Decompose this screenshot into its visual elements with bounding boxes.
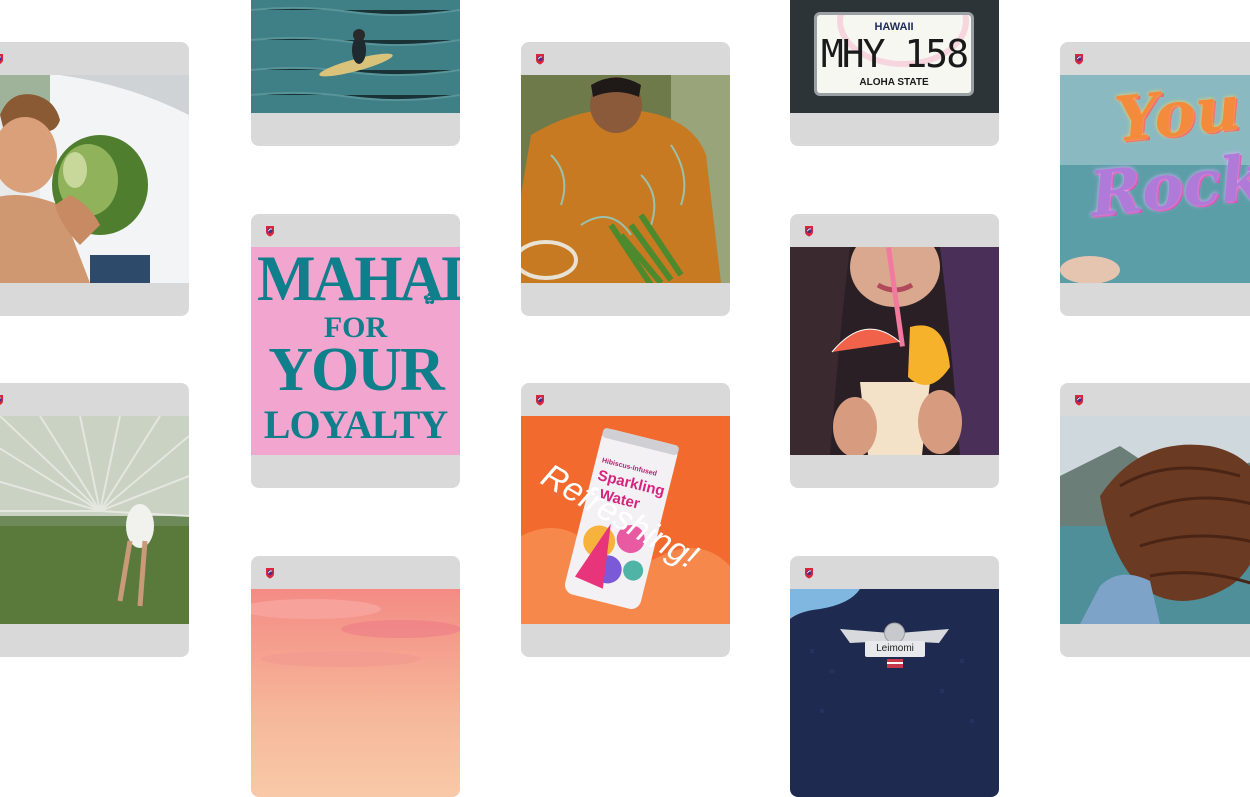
card-header: [521, 42, 730, 75]
card-footer: [1060, 624, 1250, 657]
graphic-sparkling-water-can: Hibiscus-Infused Sparkling Water Refresh…: [521, 416, 730, 624]
plate-number: MHY 158: [820, 32, 969, 76]
card-windblown-hair[interactable]: [1060, 383, 1250, 657]
card-license-plate[interactable]: HAWAII MHY 158 ALOHA STATE: [790, 0, 999, 146]
card-you-rock[interactable]: You Rock: [1060, 42, 1250, 316]
card-footer: [1060, 283, 1250, 316]
photo-hawaii-license-plate: HAWAII MHY 158 ALOHA STATE: [790, 0, 999, 113]
card-footer: [251, 113, 460, 146]
card-sparkling-water[interactable]: Hibiscus-Infused Sparkling Water Refresh…: [521, 383, 730, 657]
card-header: [790, 556, 999, 589]
airline-logo-icon: [803, 567, 815, 579]
airline-logo-icon: [0, 53, 5, 65]
graphic-mahalo-for-your-loyalty: MAHALO ✿ FOR YOUR LOYALTY: [251, 247, 460, 455]
card-footer: [521, 624, 730, 657]
photo-boy-drinking-coconut: [0, 75, 189, 283]
card-header: [790, 214, 999, 247]
photo-woman-under-palm: [0, 416, 189, 624]
card-footer: [521, 283, 730, 316]
photo-woman-tropical-drink: [790, 247, 999, 455]
card-header: [0, 42, 189, 75]
card-footer: [0, 624, 189, 657]
card-tropical-drink[interactable]: [790, 214, 999, 488]
card-header: [251, 214, 460, 247]
mahalo-line-4: LOYALTY: [263, 402, 448, 447]
photo-pilot-wing-pin: Leimomi: [790, 589, 999, 797]
card-footer: [251, 455, 460, 488]
card-mahalo[interactable]: MAHALO ✿ FOR YOUR LOYALTY: [251, 214, 460, 488]
graphic-you-rock-candy: You Rock: [1060, 75, 1250, 283]
card-header: [0, 383, 189, 416]
airline-logo-icon: [264, 225, 276, 237]
card-wing-pin[interactable]: Leimomi: [790, 556, 999, 797]
airline-logo-icon: [1073, 53, 1085, 65]
card-surfer[interactable]: [251, 0, 460, 146]
airline-logo-icon: [0, 394, 5, 406]
mahalo-line-3: YOUR: [268, 336, 445, 404]
photo-pink-sunset-sky: [251, 589, 460, 797]
card-header: [521, 383, 730, 416]
airline-logo-icon: [803, 225, 815, 237]
pin-name-label: Leimomi: [876, 643, 914, 654]
you-rock-line-1: You: [1111, 75, 1244, 157]
airline-logo-icon: [534, 53, 546, 65]
you-rock-line-2: Rock: [1086, 140, 1250, 231]
license-plate: HAWAII MHY 158 ALOHA STATE: [814, 12, 974, 96]
card-coconut-boy[interactable]: [0, 42, 189, 316]
card-footer: [0, 283, 189, 316]
card-footer: [790, 455, 999, 488]
card-footer: [790, 113, 999, 146]
card-lei-maker[interactable]: [521, 42, 730, 316]
hibiscus-icon: ✿: [423, 291, 437, 308]
card-palm-woman[interactable]: [0, 383, 189, 657]
card-sunset[interactable]: [251, 556, 460, 797]
airline-logo-icon: [1073, 394, 1085, 406]
card-header: [1060, 42, 1250, 75]
plate-tagline: ALOHA STATE: [859, 77, 929, 88]
photo-woman-windblown-hair: [1060, 416, 1250, 624]
photo-surfer-in-water: [251, 0, 460, 113]
card-header: [1060, 383, 1250, 416]
photo-man-weaving-leaves: [521, 75, 730, 283]
airline-logo-icon: [534, 394, 546, 406]
airline-logo-icon: [264, 567, 276, 579]
card-header: [251, 556, 460, 589]
